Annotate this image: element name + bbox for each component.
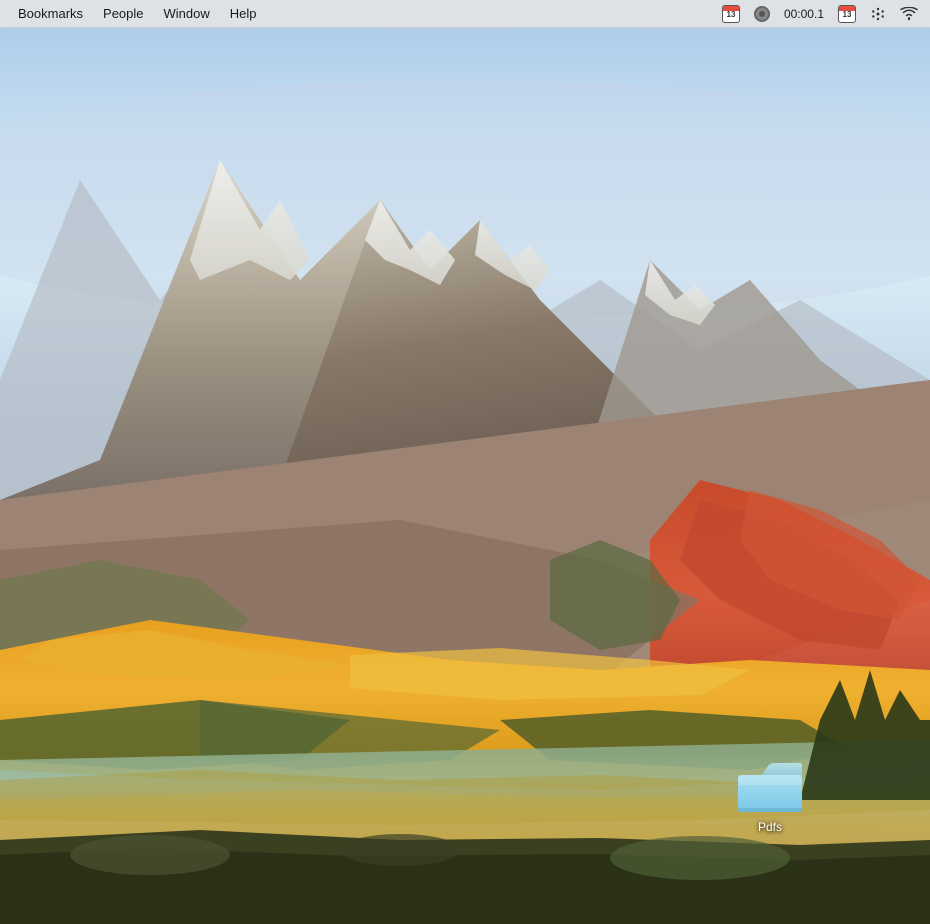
menubar-left: Bookmarks People Window Help [8,4,718,23]
folder-label: Pdfs [730,820,810,834]
desktop: Bookmarks People Window Help 13 00:00.1 [0,0,930,924]
calendar-badge-2: 13 [838,5,856,23]
menu-bookmarks[interactable]: Bookmarks [8,4,93,23]
folder-svg [736,758,804,814]
menu-help[interactable]: Help [220,4,267,23]
calendar-badge-1: 13 [722,5,740,23]
timer-display: 00:00.1 [780,7,828,21]
folder-pdfs[interactable]: Pdfs [730,758,810,834]
menubar: Bookmarks People Window Help 13 00:00.1 [0,0,930,28]
menubar-right: 13 00:00.1 13 [718,5,922,23]
folder-icon-graphic [736,758,804,814]
record-indicator [754,6,770,22]
record-inner-dot [759,11,765,17]
calendar-icon-1[interactable]: 13 [718,5,744,23]
bluetooth-icon[interactable] [866,6,890,22]
timer-text: 00:00.1 [784,7,824,21]
wifi-svg [900,7,918,21]
bluetooth-svg [870,6,886,22]
calendar-icon-2[interactable]: 13 [834,5,860,23]
wifi-icon[interactable] [896,7,922,21]
menu-window[interactable]: Window [154,4,220,23]
menu-people[interactable]: People [93,4,153,23]
record-button[interactable] [750,6,774,22]
